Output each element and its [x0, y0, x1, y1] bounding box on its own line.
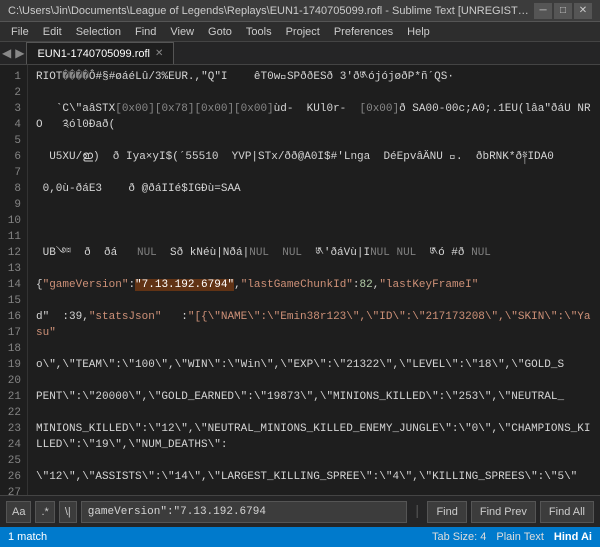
language-label: Plain Text	[496, 531, 544, 543]
close-button[interactable]: ✕	[574, 3, 592, 19]
line-num: 2	[4, 85, 21, 101]
line-num: 22	[4, 405, 21, 421]
line-num: 10	[4, 213, 21, 229]
line-num: 18	[4, 341, 21, 357]
menu-item-selection[interactable]: Selection	[69, 22, 128, 41]
tab-close-icon[interactable]: ✕	[155, 48, 163, 59]
title-bar: C:\Users\Jin\Documents\League of Legends…	[0, 0, 600, 22]
status-bar: 1 match Tab Size: 4 Plain Text Hind Ai	[0, 527, 600, 547]
menu-item-goto[interactable]: Goto	[201, 22, 239, 41]
tab-size-label: Tab Size: 4	[432, 531, 486, 543]
line-num: 4	[4, 117, 21, 133]
line-num: 11	[4, 229, 21, 245]
menu-item-preferences[interactable]: Preferences	[327, 22, 400, 41]
minimize-button[interactable]: ─	[534, 3, 552, 19]
maximize-button[interactable]: □	[554, 3, 572, 19]
menu-item-view[interactable]: View	[163, 22, 201, 41]
find-whole-word-btn[interactable]: \|	[59, 501, 77, 523]
tab-scroll-right[interactable]: ▶	[13, 42, 26, 64]
find-input[interactable]	[81, 501, 407, 523]
tab-label: EUN1-1740705099.rofl	[37, 48, 150, 60]
window-controls: ─ □ ✕	[534, 3, 592, 19]
find-all-button[interactable]: Find All	[540, 501, 594, 523]
find-button[interactable]: Find	[427, 501, 466, 523]
find-separator: |	[411, 504, 423, 520]
menu-item-help[interactable]: Help	[400, 22, 437, 41]
hind-ai-label: Hind Ai	[554, 531, 592, 543]
find-case-sensitive-btn[interactable]: Aa	[6, 501, 31, 523]
menu-item-edit[interactable]: Edit	[36, 22, 69, 41]
line-num: 20	[4, 373, 21, 389]
line-num: 6	[4, 149, 21, 165]
menu-bar: FileEditSelectionFindViewGotoToolsProjec…	[0, 22, 600, 42]
tab-file[interactable]: EUN1-1740705099.rofl ✕	[26, 42, 174, 64]
status-left: 1 match	[8, 531, 47, 543]
window-title: C:\Users\Jin\Documents\League of Legends…	[8, 5, 534, 17]
tab-scroll-left[interactable]: ◀	[0, 42, 13, 64]
line-num: 16	[4, 309, 21, 325]
line-numbers: 1 2 3 4 5 6 7 8 9 10 11 12 13 14 15 16 1…	[0, 65, 28, 495]
line-num: 14	[4, 277, 21, 293]
menu-item-file[interactable]: File	[4, 22, 36, 41]
line-num: 27	[4, 485, 21, 495]
line-num: 5	[4, 133, 21, 149]
find-prev-button[interactable]: Find Prev	[471, 501, 536, 523]
line-num: 24	[4, 437, 21, 453]
match-count: 1 match	[8, 531, 47, 543]
find-regex-btn[interactable]: .*	[35, 501, 54, 523]
status-right: Tab Size: 4 Plain Text Hind Ai	[432, 531, 592, 543]
line-num: 12	[4, 245, 21, 261]
line-num: 26	[4, 469, 21, 485]
tab-row: ◀ ▶ EUN1-1740705099.rofl ✕	[0, 42, 600, 65]
line-num: 7	[4, 165, 21, 181]
find-bar: Aa .* \| | Find Find Prev Find All	[0, 495, 600, 527]
menu-item-tools[interactable]: Tools	[239, 22, 279, 41]
line-num: 1	[4, 69, 21, 85]
line-num: 17	[4, 325, 21, 341]
menu-item-project[interactable]: Project	[279, 22, 327, 41]
line-num: 21	[4, 389, 21, 405]
line-num: 9	[4, 197, 21, 213]
line-num: 13	[4, 261, 21, 277]
menu-item-find[interactable]: Find	[128, 22, 163, 41]
line-num: 23	[4, 421, 21, 437]
line-num: 19	[4, 357, 21, 373]
line-num: 25	[4, 453, 21, 469]
line-num: 8	[4, 181, 21, 197]
line-num: 3	[4, 101, 21, 117]
line-num: 15	[4, 293, 21, 309]
editor-container: 1 2 3 4 5 6 7 8 9 10 11 12 13 14 15 16 1…	[0, 65, 600, 495]
code-editor[interactable]: RIOT����Ô#§#øáéLû/3%EUR.,"Q"I êT0wSPððE…	[28, 65, 600, 495]
